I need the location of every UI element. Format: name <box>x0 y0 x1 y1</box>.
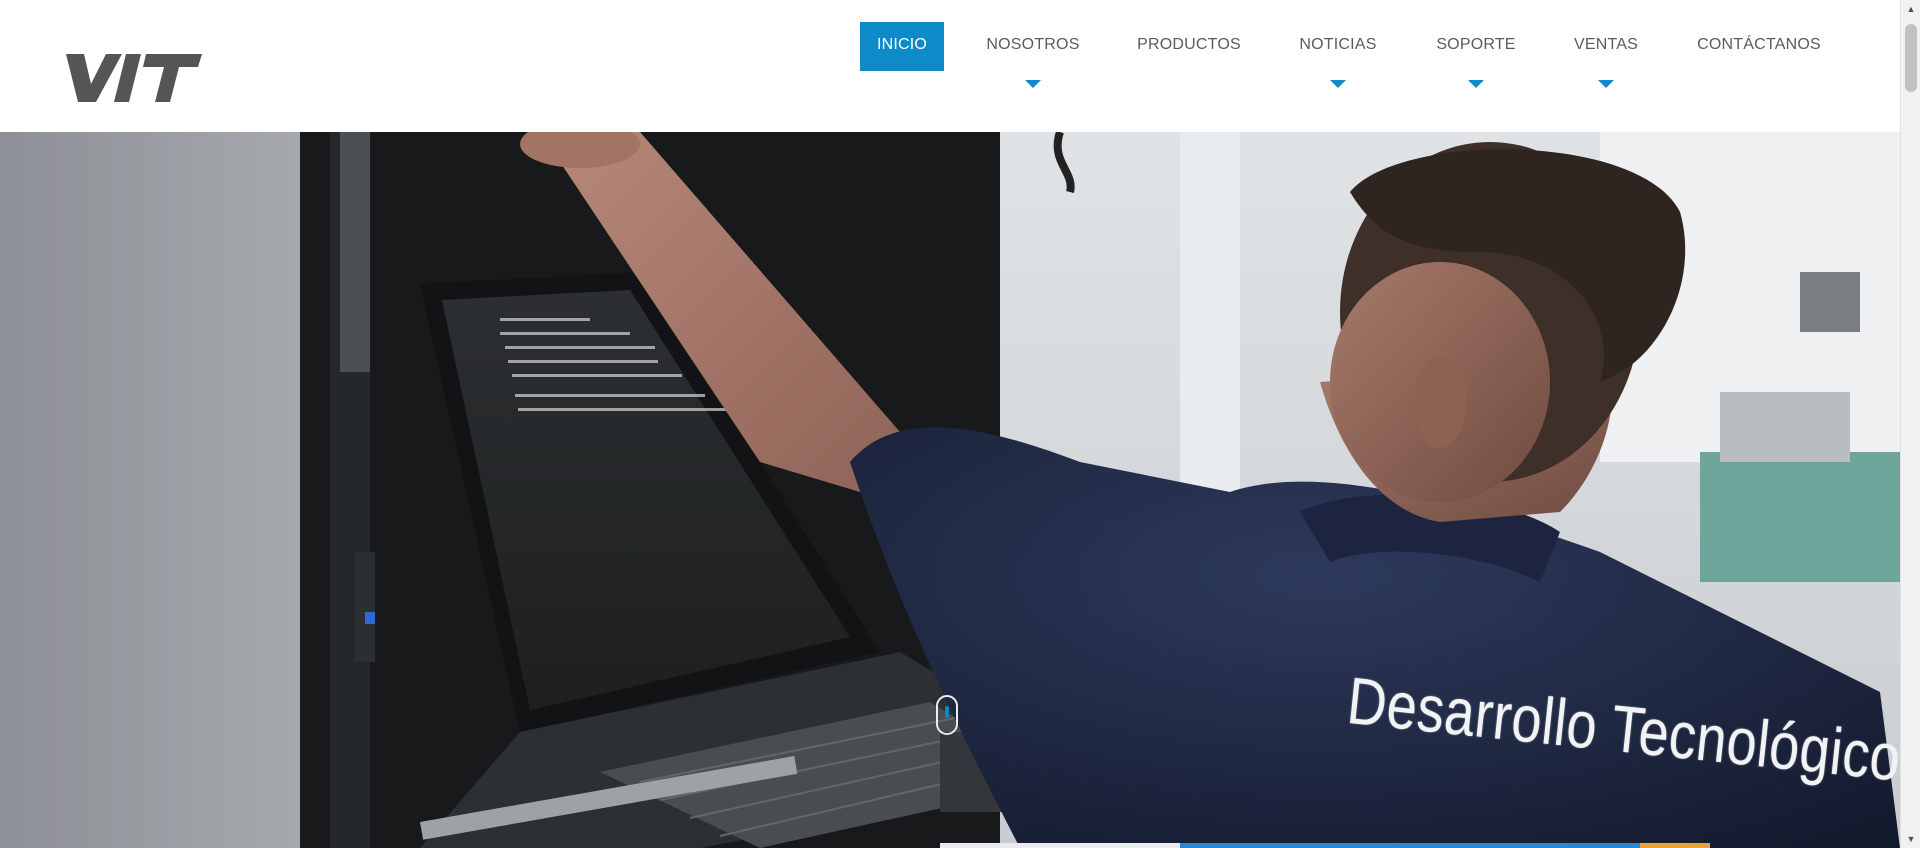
nav-item-label: SOPORTE <box>1436 36 1516 53</box>
dropdown-caret-icon <box>1468 80 1484 88</box>
nav-item-noticias[interactable]: NOTICIAS <box>1296 22 1380 88</box>
site-header: INICIO NOSOTROS PRODUCTOS NOTICIAS SOPOR… <box>0 0 1900 132</box>
nav-item-label: CONTÁCTANOS <box>1697 36 1821 53</box>
nav-item-label: NOSOTROS <box>986 36 1080 53</box>
scroll-wheel <box>945 706 949 718</box>
nav-item-nosotros[interactable]: NOSOTROS <box>980 22 1086 88</box>
main-nav: INICIO NOSOTROS PRODUCTOS NOTICIAS SOPOR… <box>0 22 1900 88</box>
nav-item-inicio[interactable]: INICIO <box>860 22 944 71</box>
nav-item-contactanos[interactable]: CONTÁCTANOS <box>1696 22 1822 71</box>
nav-item-label: PRODUCTOS <box>1137 36 1241 53</box>
hero-image <box>0 132 1900 848</box>
dropdown-caret-icon <box>1025 80 1041 88</box>
nav-item-productos[interactable]: PRODUCTOS <box>1132 22 1246 71</box>
page-scrollbar[interactable]: ▲ ▼ <box>1900 0 1920 848</box>
nav-item-ventas[interactable]: VENTAS <box>1570 22 1642 88</box>
nav-item-soporte[interactable]: SOPORTE <box>1432 22 1520 88</box>
scrollbar-thumb[interactable] <box>1905 24 1917 92</box>
mouse-scroll-icon[interactable] <box>936 695 958 735</box>
dropdown-caret-icon <box>1598 80 1614 88</box>
nav-item-label: VENTAS <box>1573 36 1639 53</box>
chevron-up-icon[interactable]: ▲ <box>1901 0 1920 18</box>
hero-banner: Desarrollo Tecnológico <box>0 132 1900 848</box>
nav-item-label: INICIO <box>876 36 928 53</box>
nav-item-label: NOTICIAS <box>1299 36 1377 53</box>
chevron-down-icon[interactable]: ▼ <box>1901 830 1920 848</box>
dropdown-caret-icon <box>1330 80 1346 88</box>
page: INICIO NOSOTROS PRODUCTOS NOTICIAS SOPOR… <box>0 0 1900 848</box>
